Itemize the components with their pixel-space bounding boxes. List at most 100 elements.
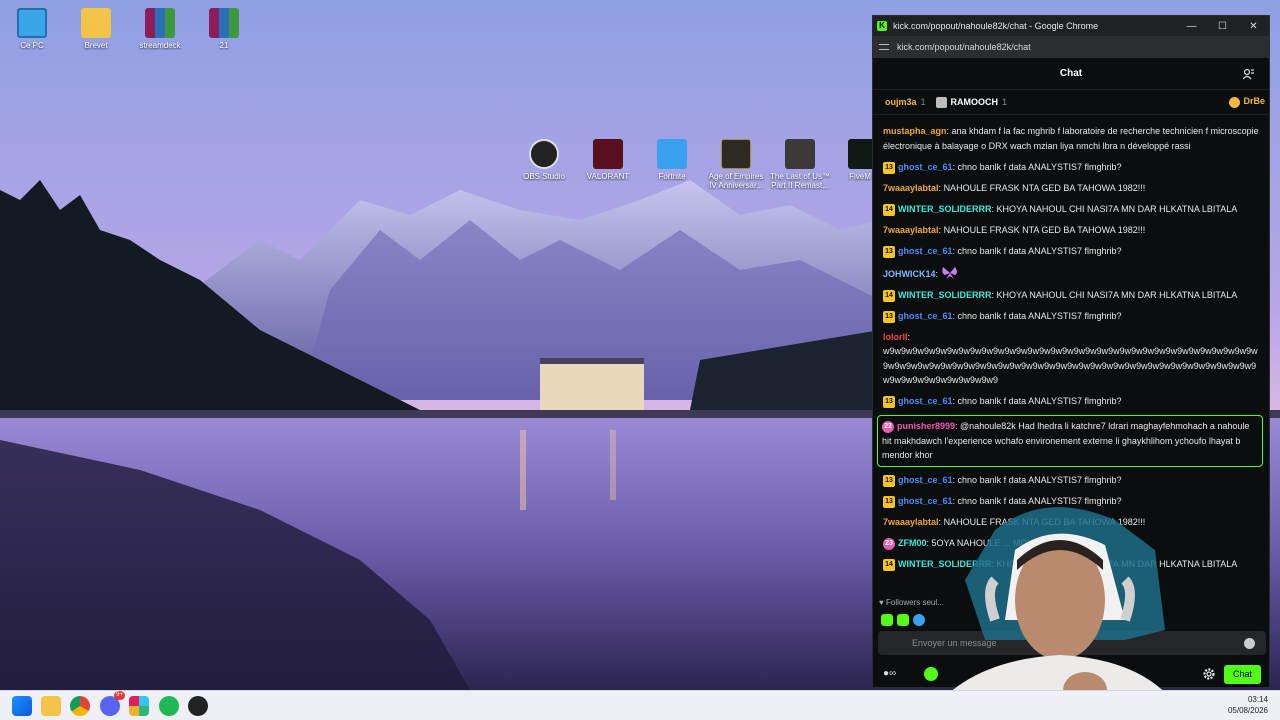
chat-message[interactable]: mustapha_agn: ana khdam f la fac mghrib …	[883, 124, 1261, 153]
obs-icon	[529, 139, 559, 169]
chat-username[interactable]: 7waaaylabtal	[883, 225, 939, 235]
desktop-icon-brevet[interactable]: Brevet	[64, 8, 128, 50]
aoe4-icon	[721, 139, 751, 169]
gear-icon[interactable]	[1202, 667, 1216, 681]
desktop-icon-aoe4[interactable]: Age of Empires IV Anniversar...	[704, 139, 768, 190]
subscriber-badge: 14	[883, 289, 895, 302]
chat-message[interactable]: 14WINTER_SOLIDERRR: KHOYA NAHOUL CHI NAS…	[883, 288, 1261, 303]
chat-message[interactable]: 7waaaylabtal: NAHOULE FRASK NTA GED BA T…	[883, 181, 1261, 196]
heart-icon: ♥	[879, 598, 886, 607]
chat-message[interactable]: 13 ghost_ce_61: chno banlk f data ANALYST…	[883, 473, 1261, 488]
chat-username[interactable]: ghost_ce_61	[898, 475, 953, 485]
emote-icon[interactable]	[913, 614, 925, 626]
desktop-icon-label: Brevet	[84, 41, 108, 50]
chat-username[interactable]: WINTER_SOLIDERRR	[898, 204, 992, 214]
slack-icon[interactable]	[129, 696, 149, 716]
desktop-icon-fivem[interactable]: FiveM	[832, 139, 872, 181]
subscriber-badge: 23	[883, 538, 895, 550]
chat-message[interactable]: 13 ghost_ce_61: chno banlk f data ANALYST…	[883, 244, 1261, 259]
chat-message[interactable]: 14WINTER_SOLIDERRR: KHOYA NAHOUL CHI NAS…	[883, 202, 1261, 217]
subscriber-badge: 13	[883, 245, 895, 258]
desktop-icon-tlou[interactable]: The Last of Us™ Part II Remast...	[768, 139, 832, 190]
clock[interactable]: 03:14 05/08/2026	[1228, 694, 1268, 716]
channel-points-icon[interactable]: ●∞	[883, 668, 911, 680]
desktop-icon-21[interactable]: 21	[192, 8, 256, 50]
desktop-icon-streamdeck[interactable]: streamdeck	[128, 8, 192, 50]
chat-username[interactable]: WINTER_SOLIDERRR	[898, 290, 992, 300]
emote-icon[interactable]	[897, 614, 909, 626]
send-chat-button[interactable]: Chat	[1224, 665, 1261, 684]
chat-message-text: chno banlk f data ANALYSTIS7 flmghrib?	[957, 310, 1122, 321]
obs-taskbar-icon[interactable]	[188, 696, 208, 716]
chat-message-text: NAHOULE FRASK NTA GED BA TAHOWA 1982!!!	[943, 224, 1146, 235]
maximize-button[interactable]: ☐	[1207, 21, 1238, 32]
gifter-name: DrBe	[1243, 96, 1265, 107]
emote-icon[interactable]	[881, 614, 893, 626]
start-menu-icon[interactable]	[12, 696, 32, 716]
file-explorer-icon[interactable]	[41, 696, 61, 716]
subscriber-badge: 13	[883, 396, 895, 408]
gifter-name: RAMOOCH	[950, 97, 999, 107]
chat-message-text: chno banlk f data ANALYSTIS7 flmghrib?	[957, 245, 1122, 256]
fortnite-icon	[657, 139, 687, 169]
desktop-icon-label: Ce PC	[20, 41, 44, 50]
emoji-picker-icon[interactable]	[1244, 638, 1255, 649]
window-titlebar[interactable]: K kick.com/popout/nahoule82k/chat - Goog…	[873, 16, 1269, 36]
clock-date: 05/08/2026	[1227, 706, 1268, 715]
address-bar[interactable]: kick.com/popout/nahoule82k/chat	[873, 36, 1269, 58]
desktop-icon-label: FiveM	[849, 172, 871, 181]
desktop-icon-label: streamdeck	[139, 41, 181, 50]
chat-message[interactable]: lolorll: w9w9w9w9w9w9w9w9w9w9w9w9w9w9w9w9…	[883, 330, 1261, 388]
close-button[interactable]: ✕	[1238, 21, 1269, 32]
highlighted-chat-message[interactable]: 22 punisher8999: @nahoule82k Had lhedra l…	[877, 415, 1263, 467]
chat-message[interactable]: 13 ghost_ce_61: chno banlk f data ANALYST…	[883, 160, 1261, 175]
chat-message[interactable]: JOHWICK14:	[883, 265, 1261, 282]
url-text[interactable]: kick.com/popout/nahoule82k/chat	[897, 42, 1031, 52]
chat-username[interactable]: ghost_ce_61	[898, 246, 953, 256]
subscriber-badge: 13	[883, 161, 895, 174]
valorant-icon	[593, 139, 623, 169]
site-settings-icon[interactable]	[879, 42, 889, 52]
chat-username[interactable]: lolorll	[883, 332, 908, 342]
winrar-archive-icon	[209, 8, 239, 38]
chat-title: Chat	[1059, 68, 1083, 79]
subscriber-badge: 13	[883, 475, 895, 487]
desktop-icon-fortnite[interactable]: Fortnite	[640, 139, 704, 181]
desktop-icon-label: Fortnite	[658, 172, 686, 181]
chat-message-text: chno banlk f data ANALYSTIS7 flmghrib?	[957, 396, 1122, 406]
chat-username[interactable]: ZFM00	[898, 538, 927, 548]
user-settings-icon[interactable]	[1243, 68, 1255, 80]
chat-username[interactable]: ghost_ce_61	[898, 396, 953, 406]
chat-message-text: w9w9w9w9w9w9w9w9w9w9w9w9w9w9w9w9w9w9w9w9…	[883, 346, 1258, 385]
desktop-icon-valorant[interactable]: VALORANT	[576, 139, 640, 181]
desktop-icon-ce-pc[interactable]: Ce PC	[0, 8, 64, 50]
webcam-overlay	[925, 490, 1185, 720]
chat-message-text: chno banlk f data ANALYSTIS7 flmghrib?	[957, 475, 1122, 485]
chat-username[interactable]: JOHWICK14	[883, 269, 936, 279]
notification-badge: 9+	[114, 691, 125, 700]
top-gifters-bar[interactable]: oujm3a 1 RAMOOCH 1 DrBe	[873, 90, 1269, 115]
minimize-button[interactable]: —	[1176, 21, 1207, 32]
subscriber-badge: 13	[883, 496, 895, 508]
chat-username[interactable]: ghost_ce_61	[898, 162, 953, 172]
chat-message-text: KHOYA NAHOUL CHI NASI7A MN DAR HLKATNA L…	[996, 203, 1238, 214]
chrome-icon[interactable]	[70, 696, 90, 716]
chat-message[interactable]: 13 ghost_ce_61: chno banlk f data ANALYST…	[883, 394, 1261, 409]
subscriber-badge: 14	[883, 559, 895, 571]
desktop-icon-obs[interactable]: OBS Studio	[512, 139, 576, 181]
chat-username[interactable]: 7waaaylabtal	[883, 183, 939, 193]
discord-icon[interactable]: 9+	[100, 691, 125, 716]
folder-icon	[81, 8, 111, 38]
username-separator: :	[907, 331, 911, 342]
chat-username[interactable]: ghost_ce_61	[898, 311, 953, 321]
chat-message-text: KHOYA NAHOUL CHI NASI7A MN DAR HLKATNA L…	[996, 289, 1238, 300]
chat-username[interactable]: mustapha_agn	[883, 126, 947, 136]
chat-username[interactable]: punisher8999	[897, 421, 955, 431]
winrar-archive-icon	[145, 8, 175, 38]
spotify-icon[interactable]	[159, 696, 179, 716]
window-controls: — ☐ ✕	[1176, 21, 1269, 32]
subscriber-badge: 14	[883, 203, 895, 216]
butterfly-emote-icon	[941, 266, 957, 279]
chat-message[interactable]: 13 ghost_ce_61: chno banlk f data ANALYST…	[883, 309, 1261, 324]
chat-message[interactable]: 7waaaylabtal: NAHOULE FRASK NTA GED BA T…	[883, 223, 1261, 238]
